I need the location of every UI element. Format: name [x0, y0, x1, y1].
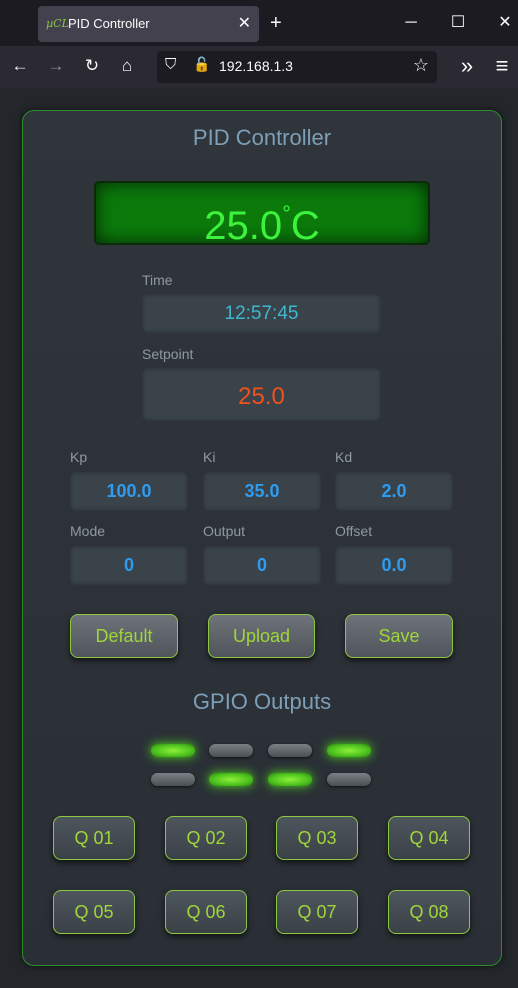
- bookmark-star-icon[interactable]: ☆: [413, 55, 429, 76]
- forward-icon[interactable]: →: [44, 54, 68, 78]
- temperature-unit: C: [290, 204, 320, 248]
- gpio-button-q4[interactable]: Q 04: [388, 816, 470, 860]
- new-tab-icon[interactable]: +: [270, 10, 282, 36]
- overflow-icon[interactable]: »: [455, 54, 479, 78]
- output-value[interactable]: 0: [203, 546, 321, 585]
- menu-icon[interactable]: ≡: [490, 54, 514, 78]
- gpio-title: GPIO Outputs: [192, 689, 332, 714]
- tab-title: PID Controller: [68, 16, 150, 31]
- back-icon[interactable]: ←: [8, 54, 32, 78]
- home-icon[interactable]: ⌂: [115, 54, 139, 78]
- url-text[interactable]: 192.168.1.3: [219, 58, 293, 74]
- gpio-led-4: [327, 744, 371, 757]
- gpio-button-q5[interactable]: Q 05: [53, 890, 135, 934]
- browser-tab[interactable]: µCL PID Controller ✕: [38, 6, 259, 42]
- ki-label: Ki: [203, 449, 216, 465]
- tab-close-icon[interactable]: ✕: [238, 13, 251, 33]
- setpoint-label: Setpoint: [142, 346, 194, 362]
- favicon-icon: µCL: [46, 17, 69, 30]
- output-label: Output: [203, 523, 246, 539]
- browser-toolbar: ← → ↻ ⌂ ⛉ 🔓 192.168.1.3 ☆ » ≡: [0, 46, 518, 88]
- insecure-lock-icon[interactable]: 🔓: [193, 56, 210, 73]
- temperature-value: 25.0: [204, 204, 283, 248]
- browser-tabbar: µCL PID Controller ✕ + ─ ☐ ✕: [0, 0, 518, 46]
- url-bar[interactable]: ⛉ 🔓 192.168.1.3 ☆: [157, 51, 437, 83]
- gpio-led-5: [151, 773, 195, 786]
- default-button[interactable]: Default: [70, 614, 178, 658]
- window-close-icon[interactable]: ✕: [490, 10, 518, 36]
- offset-label: Offset: [335, 523, 373, 539]
- time-label: Time: [142, 272, 173, 288]
- reload-icon[interactable]: ↻: [80, 54, 104, 78]
- maximize-icon[interactable]: ☐: [443, 10, 473, 36]
- gpio-button-q3[interactable]: Q 03: [276, 816, 358, 860]
- save-button[interactable]: Save: [345, 614, 453, 658]
- kp-input[interactable]: 100.0: [70, 472, 188, 511]
- page: PID Controller 25.0°C Time 12:57:45 Setp…: [0, 88, 518, 988]
- mode-label: Mode: [70, 523, 106, 539]
- page-title: PID Controller: [192, 125, 332, 150]
- ki-input[interactable]: 35.0: [203, 472, 321, 511]
- kp-label: Kp: [70, 449, 88, 465]
- gpio-led-2: [209, 744, 253, 757]
- shield-icon[interactable]: ⛉: [165, 56, 176, 73]
- gpio-button-q6[interactable]: Q 06: [165, 890, 247, 934]
- controller-panel: PID Controller 25.0°C Time 12:57:45 Setp…: [22, 110, 502, 966]
- gpio-button-q7[interactable]: Q 07: [276, 890, 358, 934]
- minimize-icon[interactable]: ─: [396, 10, 426, 36]
- kd-input[interactable]: 2.0: [335, 472, 453, 511]
- gpio-led-8: [327, 773, 371, 786]
- upload-button[interactable]: Upload: [208, 614, 315, 658]
- offset-input[interactable]: 0.0: [335, 546, 453, 585]
- time-value: 12:57:45: [142, 294, 381, 333]
- kd-label: Kd: [335, 449, 353, 465]
- temperature-display: 25.0°C: [94, 181, 430, 248]
- gpio-button-q8[interactable]: Q 08: [388, 890, 470, 934]
- gpio-led-7: [268, 773, 312, 786]
- gpio-led-6: [209, 773, 253, 786]
- setpoint-input[interactable]: 25.0: [142, 368, 381, 421]
- gpio-led-1: [151, 744, 195, 757]
- gpio-button-q1[interactable]: Q 01: [53, 816, 135, 860]
- gpio-led-3: [268, 744, 312, 757]
- gpio-button-q2[interactable]: Q 02: [165, 816, 247, 860]
- degree-symbol: °: [282, 201, 291, 226]
- mode-value[interactable]: 0: [70, 546, 188, 585]
